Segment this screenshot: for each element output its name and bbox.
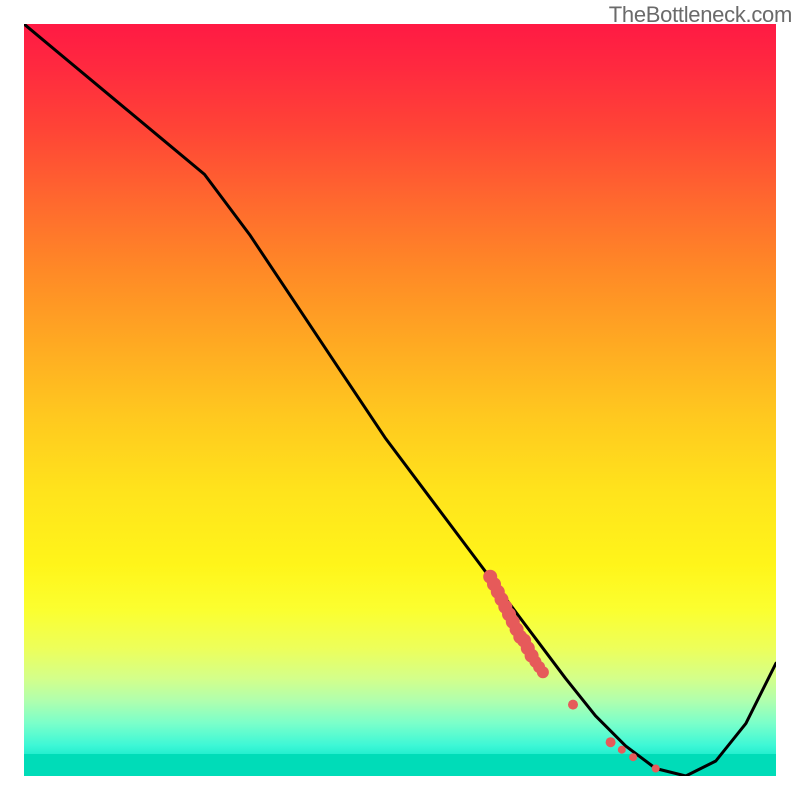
bottleneck-curve — [24, 24, 776, 776]
chart-marker — [537, 666, 549, 678]
chart-markers — [483, 570, 660, 773]
chart-container: TheBottleneck.com — [0, 0, 800, 800]
chart-marker — [568, 700, 578, 710]
chart-svg — [24, 24, 776, 776]
chart-marker — [606, 737, 616, 747]
watermark-text: TheBottleneck.com — [609, 2, 792, 28]
plot-area — [24, 24, 776, 776]
chart-marker — [618, 746, 626, 754]
chart-marker — [629, 753, 637, 761]
chart-marker — [652, 765, 660, 773]
